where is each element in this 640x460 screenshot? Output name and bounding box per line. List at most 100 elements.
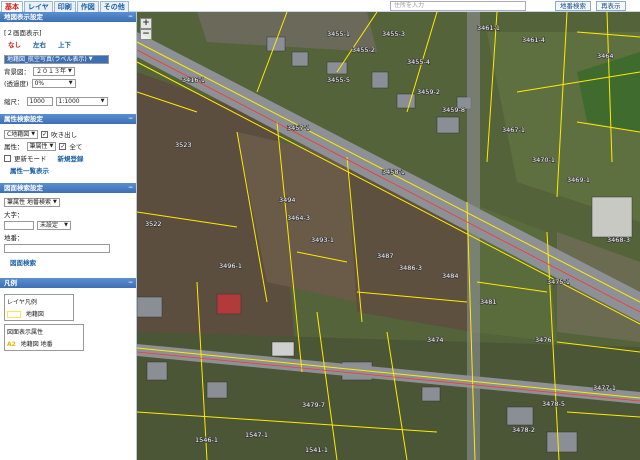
attr-layer-select[interactable]: C地籍図 ▼ <box>4 129 39 139</box>
side-panel: 地図表示設定 − [２画面表示] なし 左右 上下 地籍図_航空写真(ラベル表示… <box>0 12 137 460</box>
lot-search-title: 図面検索設定 <box>4 184 43 192</box>
screen-legend-box: 図面表示属性 A2 地籍図 地番 <box>4 324 84 351</box>
aza-select[interactable]: 未設定 ▼ <box>37 221 71 230</box>
display-settings-title: 地図表示設定 <box>4 13 43 21</box>
chevron-down-icon: ▼ <box>68 67 72 74</box>
lot-label: 3477-1 <box>593 384 616 392</box>
lot-label: 3455-4 <box>407 58 430 66</box>
opacity-label: (透過度) <box>4 80 29 88</box>
screen-mode-label: [２画面表示] <box>4 29 42 37</box>
all-checkbox[interactable]: ✓ <box>59 142 67 150</box>
background-year-label: 背景図： <box>4 68 30 76</box>
lot-label: 3459-8 <box>442 106 465 114</box>
lot-label: 1541-1 <box>305 446 328 454</box>
address-input[interactable]: 住所を入力 <box>390 1 526 11</box>
display-settings-header[interactable]: 地図表示設定 − <box>0 12 136 22</box>
map-view[interactable]: 3455-1 3455-2 3455-3 3455-4 3461-1 3461-… <box>137 12 640 460</box>
lot-label: 3461-4 <box>522 36 545 44</box>
attr-search-title: 属性検索設定 <box>4 115 43 123</box>
lot-search-header[interactable]: 図面検索設定 − <box>0 183 136 193</box>
background-map-select[interactable]: 地籍図_航空写真(ラベル表示) ▼ <box>4 55 109 64</box>
chevron-down-icon: ▼ <box>31 130 36 137</box>
tab-other[interactable]: その他 <box>99 1 129 12</box>
aza-code-input[interactable] <box>4 221 34 230</box>
lot-label: 3522 <box>145 220 162 228</box>
background-map-value: 地籍図_航空写真(ラベル表示) <box>7 56 87 63</box>
lot-label: 3459-2 <box>417 88 440 96</box>
lot-label: 3478-2 <box>512 426 535 434</box>
lot-label: 3474 <box>427 336 444 344</box>
opacity-select[interactable]: 0% ▼ <box>31 78 76 88</box>
scale-label: 縮尺： <box>4 98 24 106</box>
update-mode-checkbox[interactable] <box>4 154 11 162</box>
lot-label: 3455-3 <box>382 30 405 38</box>
top-toolbar: 基本 レイヤ 印刷 作図 その他 住所を入力 地番検索 再表示 <box>0 0 640 12</box>
tab-basic[interactable]: 基本 <box>1 1 23 12</box>
chevron-down-icon: ▼ <box>88 56 93 62</box>
lot-label: 3478-5 <box>542 400 565 408</box>
lot-label: 3455-1 <box>327 30 350 38</box>
lot-label: 3467-1 <box>502 126 525 134</box>
map-search-link[interactable]: 図面検索 <box>10 257 36 267</box>
lot-label: 3464-3 <box>287 214 310 222</box>
zoom-in-button[interactable]: + <box>140 18 152 29</box>
collapse-icon[interactable]: − <box>128 114 133 124</box>
aza-label: 大字： <box>4 211 24 219</box>
opacity-value: 0% <box>34 79 45 87</box>
main-tabs: 基本 レイヤ 印刷 作図 その他 <box>1 1 129 12</box>
lot-label: 3461-1 <box>477 24 500 32</box>
mode-left-right-button[interactable]: 左右 <box>33 39 46 49</box>
lot-label: 3523 <box>175 141 192 149</box>
mode-none-button[interactable]: なし <box>8 39 21 49</box>
lot-label: 3470-1 <box>532 156 555 164</box>
lot-label: 3458-1 <box>382 168 405 176</box>
all-label: 全て <box>69 143 83 151</box>
attr-layer-value: C地籍図 <box>7 130 30 138</box>
attr-type-select[interactable]: 筆属性 ▼ <box>26 141 57 151</box>
new-register-link[interactable]: 新規登録 <box>58 153 84 163</box>
collapse-icon[interactable]: − <box>128 183 133 193</box>
lot-search-type-select[interactable]: 筆属性 地番検索 ▼ <box>4 198 60 207</box>
lot-label: 3455-5 <box>327 76 350 84</box>
balloon-checkbox[interactable]: ✓ <box>41 130 49 138</box>
layer-legend-box: レイヤ凡例 地籍図 <box>4 294 74 321</box>
scale-value: 1000 <box>29 97 45 105</box>
attr-label: 属性： <box>4 143 24 151</box>
lot-line-swatch <box>7 311 21 318</box>
zoom-out-button[interactable]: − <box>140 29 152 40</box>
collapse-icon[interactable]: − <box>128 12 133 22</box>
layer-legend-title: レイヤ凡例 <box>7 299 37 306</box>
scale-select-value: 1:1000 <box>58 97 80 105</box>
lot-search-type-value: 筆属性 <box>7 199 26 206</box>
legend-header[interactable]: 凡例 − <box>0 278 136 288</box>
screen-legend-title: 図面表示属性 <box>7 329 44 336</box>
screen-swatch-label: A2 <box>7 341 16 348</box>
chevron-down-icon: ▼ <box>49 142 54 149</box>
redisplay-button[interactable]: 再表示 <box>596 1 626 11</box>
scale-select[interactable]: 1:1000 ▼ <box>55 96 108 106</box>
lot-label: 3455-2 <box>352 46 375 54</box>
attr-list-link[interactable]: 属性一覧表示 <box>10 165 49 175</box>
lot-label: 3476 <box>535 336 552 344</box>
lot-label: 3481 <box>480 298 497 306</box>
lot-label: 3464 <box>597 52 614 60</box>
attr-search-header[interactable]: 属性検索設定 − <box>0 114 136 124</box>
chevron-down-icon: ▼ <box>68 79 73 86</box>
collapse-icon[interactable]: − <box>128 278 133 288</box>
tab-layer[interactable]: レイヤ <box>24 1 53 12</box>
lot-label: 3416-1 <box>182 76 205 84</box>
chevron-down-icon: ▼ <box>64 222 68 228</box>
zoom-control: + − <box>140 18 152 40</box>
tab-print[interactable]: 印刷 <box>53 1 76 12</box>
lot-search-button[interactable]: 地番検索 <box>555 1 591 11</box>
lot-label: 1547-1 <box>245 431 268 439</box>
tab-draw[interactable]: 作図 <box>76 1 99 12</box>
mode-top-bottom-button[interactable]: 上下 <box>58 39 71 49</box>
background-year-select[interactable]: ２０１３年 ▼ <box>33 66 75 76</box>
lot-label: 3496-1 <box>219 262 242 270</box>
chiban-input[interactable] <box>4 244 110 253</box>
aerial-map[interactable]: 3455-1 3455-2 3455-3 3455-4 3461-1 3461-… <box>137 12 640 460</box>
scale-input[interactable]: 1000 <box>26 96 53 106</box>
lot-search-mode-value: 地番検索 <box>27 199 52 206</box>
layer-legend-item: 地籍図 <box>25 311 44 318</box>
